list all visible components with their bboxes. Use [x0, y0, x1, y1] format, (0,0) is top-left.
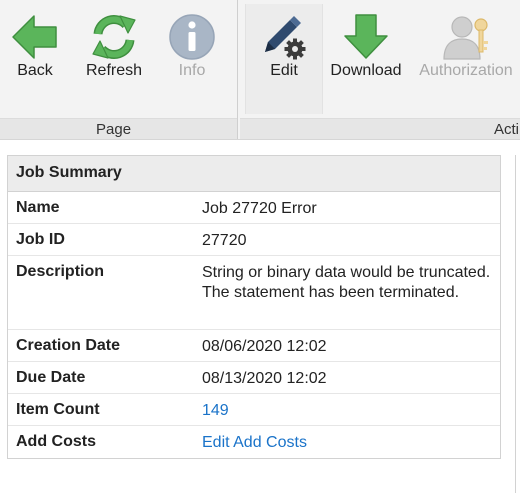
job-summary-header: Job Summary [8, 156, 500, 192]
summary-key: Due Date [16, 369, 86, 386]
summary-row-name: Name Job 27720 Error [8, 192, 500, 224]
summary-key: Name [16, 199, 60, 216]
back-button[interactable]: Back [4, 4, 66, 114]
summary-key: Item Count [16, 401, 100, 418]
ribbon-group-separator [237, 0, 238, 139]
actions-group-label-bar: Acti [240, 118, 520, 139]
refresh-button[interactable]: Refresh [78, 4, 150, 114]
page-group-label: Page [96, 121, 132, 138]
summary-row-due-date: Due Date 08/13/2020 12:02 [8, 362, 500, 394]
summary-row-creation-date: Creation Date 08/06/2020 12:02 [8, 330, 500, 362]
refresh-button-label: Refresh [85, 62, 143, 79]
summary-key: Creation Date [16, 337, 121, 354]
summary-row-add-costs: Add Costs Edit Add Costs [8, 426, 500, 458]
right-panel-edge [515, 155, 520, 493]
info-button-label: Info [178, 62, 206, 79]
page-group-label-bar: Page [0, 118, 237, 139]
ribbon-group-page: Back Refresh Info Page [0, 0, 237, 139]
summary-value: Job 27720 Error [202, 200, 317, 217]
edit-button[interactable]: Edit [245, 4, 323, 114]
edit-add-costs-link[interactable]: Edit Add Costs [202, 433, 492, 453]
back-button-label: Back [17, 62, 53, 79]
summary-row-description: Description String or binary data would … [8, 256, 500, 330]
info-icon [169, 14, 215, 60]
summary-value: 08/06/2020 12:02 [202, 338, 327, 355]
ribbon-group-actions: Edit Download Authorization Acti [240, 0, 520, 139]
edit-pencil-icon [265, 16, 306, 60]
summary-value: String or binary data would be truncated… [202, 264, 491, 301]
user-key-icon [443, 16, 488, 60]
authorization-button-label: Authorization [419, 62, 513, 79]
download-arrow-icon [344, 14, 388, 59]
summary-key: Job ID [16, 231, 65, 248]
job-summary-panel: Job Summary Name Job 27720 Error Job ID … [7, 155, 501, 459]
download-button-label: Download [330, 62, 402, 79]
item-count-link[interactable]: 149 [202, 401, 492, 421]
ribbon-toolbar: Back Refresh Info Page Edit Download Aut… [0, 0, 520, 140]
actions-group-label: Acti [494, 121, 520, 138]
summary-key: Description [16, 263, 105, 280]
refresh-icon [92, 15, 136, 59]
summary-key: Add Costs [16, 433, 96, 450]
summary-row-item-count: Item Count 149 [8, 394, 500, 426]
download-button[interactable]: Download [326, 4, 406, 114]
page: Back Refresh Info Page Edit Download Aut… [0, 0, 520, 493]
info-button[interactable]: Info [160, 4, 224, 114]
summary-row-job-id: Job ID 27720 [8, 224, 500, 256]
job-summary-title: Job Summary [16, 164, 122, 181]
back-arrow-icon [12, 15, 57, 59]
authorization-button[interactable]: Authorization [414, 4, 518, 114]
summary-value: 08/13/2020 12:02 [202, 370, 327, 387]
edit-button-label: Edit [270, 62, 298, 79]
summary-value: 27720 [202, 232, 247, 249]
job-summary-rows: Name Job 27720 Error Job ID 27720 Descri… [8, 192, 500, 458]
